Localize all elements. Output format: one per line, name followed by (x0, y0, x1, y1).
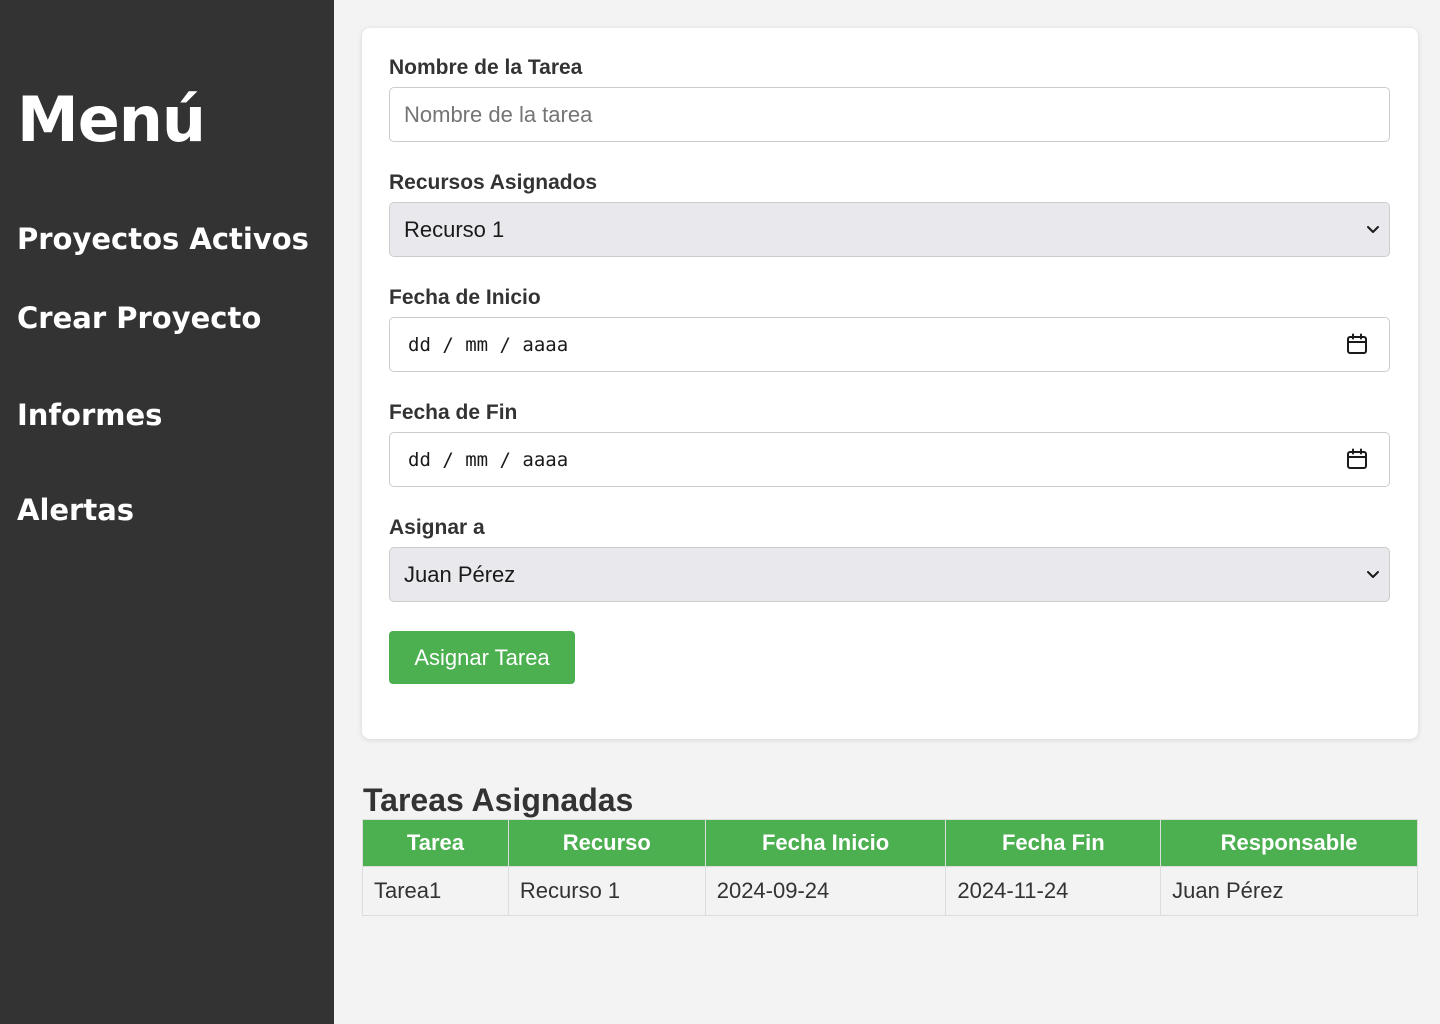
calendar-icon[interactable] (1345, 332, 1369, 356)
column-header-fecha-fin: Fecha Fin (945, 819, 1162, 867)
start-date-value: dd / mm / aaaa (408, 334, 569, 356)
task-name-label: Nombre de la Tarea (389, 56, 583, 79)
sidebar-item-crear-proyecto[interactable]: Crear Proyecto (17, 300, 261, 336)
chevron-down-icon (1367, 571, 1379, 578)
cell-tarea: Tarea1 (362, 866, 509, 916)
table-header-row: Tarea Recurso Fecha Inicio Fecha Fin Res… (362, 819, 1418, 867)
sidebar: Menú Proyectos Activos Crear Proyecto In… (0, 0, 334, 1024)
end-date-input[interactable]: dd / mm / aaaa (389, 432, 1390, 487)
column-header-recurso: Recurso (507, 819, 706, 867)
cell-fecha-inicio: 2024-09-24 (704, 866, 947, 916)
column-header-responsable: Responsable (1160, 819, 1418, 867)
table-row: Tarea1 Recurso 1 2024-09-24 2024-11-24 J… (362, 866, 1418, 916)
cell-fecha-fin: 2024-11-24 (945, 866, 1162, 916)
task-name-input[interactable] (389, 87, 1390, 142)
assign-task-button[interactable]: Asignar Tarea (389, 631, 575, 684)
task-form-card: Nombre de la Tarea Recursos Asignados Re… (362, 28, 1418, 739)
column-header-tarea: Tarea (362, 819, 509, 867)
chevron-down-icon (1367, 226, 1379, 233)
sidebar-item-proyectos-activos[interactable]: Proyectos Activos (17, 221, 309, 257)
column-header-fecha-inicio: Fecha Inicio (704, 819, 947, 867)
sidebar-item-alertas[interactable]: Alertas (17, 492, 134, 528)
assignee-label: Asignar a (389, 516, 485, 539)
resources-select[interactable]: Recurso 1 (389, 202, 1390, 257)
sidebar-item-informes[interactable]: Informes (17, 397, 162, 433)
resources-selected-value: Recurso 1 (404, 217, 505, 242)
start-date-input[interactable]: dd / mm / aaaa (389, 317, 1390, 372)
assigned-tasks-title: Tareas Asignadas (363, 782, 634, 818)
end-date-value: dd / mm / aaaa (408, 449, 569, 471)
menu-title: Menú (17, 83, 206, 156)
end-date-label: Fecha de Fin (389, 401, 518, 424)
calendar-icon[interactable] (1345, 447, 1369, 471)
start-date-label: Fecha de Inicio (389, 286, 541, 309)
assignee-select[interactable]: Juan Pérez (389, 547, 1390, 602)
cell-recurso: Recurso 1 (507, 866, 706, 916)
assigned-tasks-table: Tarea Recurso Fecha Inicio Fecha Fin Res… (362, 819, 1418, 916)
resources-label: Recursos Asignados (389, 171, 598, 194)
assignee-selected-value: Juan Pérez (404, 562, 516, 587)
cell-responsable: Juan Pérez (1160, 866, 1418, 916)
